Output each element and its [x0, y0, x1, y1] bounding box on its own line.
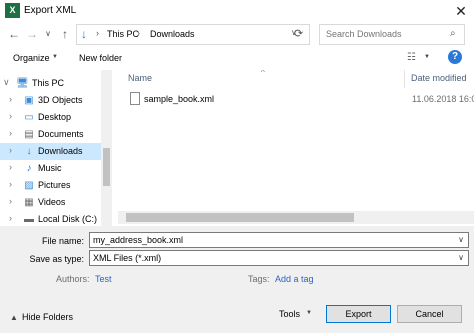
file-name[interactable]: sample_book.xml: [144, 94, 214, 104]
refresh-icon: ⟳: [294, 28, 304, 40]
breadcrumb-sep-icon[interactable]: ›: [137, 28, 140, 38]
sidebar-item-label: 3D Objects: [38, 95, 83, 105]
disk-icon: ▬: [24, 214, 34, 225]
sidebar-item-music[interactable]: › ♪ Music: [0, 160, 101, 177]
sidebar-item-label: Pictures: [38, 180, 71, 190]
sidebar-item-label: Local Disk (C:): [38, 214, 98, 224]
chevron-right-icon[interactable]: ›: [9, 162, 12, 172]
computer-icon: 🖥: [16, 78, 29, 89]
chevron-right-icon[interactable]: ›: [9, 111, 12, 121]
download-arrow-icon: ↓: [26, 146, 32, 157]
sidebar-item-label: This PC: [32, 78, 65, 88]
sidebar-item-videos[interactable]: › ▦ Videos: [0, 194, 101, 211]
sidebar-item-documents[interactable]: › ▤ Documents: [0, 126, 101, 143]
sidebar-item-3d-objects[interactable]: › ▣ 3D Objects: [0, 92, 101, 109]
excel-app-icon: X: [5, 3, 20, 18]
sidebar-item-label: Music: [38, 163, 62, 173]
film-icon: ▦: [24, 197, 34, 208]
view-options-icon[interactable]: ☷: [407, 52, 419, 63]
chevron-down-icon[interactable]: ∨: [458, 253, 464, 262]
music-note-icon: ♪: [26, 163, 32, 174]
tags-value[interactable]: Add a tag: [275, 274, 314, 284]
navigation-pane: ∨ 🖥 This PC › ▣ 3D Objects › ▭ Desktop ›…: [0, 70, 112, 227]
sidebar-item-label: Documents: [38, 129, 84, 139]
documents-icon: ▤: [24, 129, 34, 140]
save-as-type-select[interactable]: XML Files (*.xml) ∨: [89, 250, 469, 266]
chevron-right-icon[interactable]: ›: [9, 179, 12, 189]
pictures-icon: ▨: [24, 180, 34, 191]
file-date: 11.06.2018 16:05: [412, 94, 474, 104]
help-icon[interactable]: ?: [448, 50, 462, 64]
save-as-type-label: Save as type:: [29, 254, 84, 264]
close-icon: ✕: [455, 3, 467, 19]
chevron-right-icon[interactable]: ›: [9, 145, 12, 155]
back-button[interactable]: ←: [6, 24, 22, 44]
address-bar[interactable]: ↓ › This PC › Downloads ∨: [76, 24, 310, 45]
export-button[interactable]: Export: [326, 305, 391, 323]
authors-value[interactable]: Test: [95, 274, 112, 284]
chevron-down-icon[interactable]: ▼: [52, 54, 58, 60]
organize-button[interactable]: Organize: [13, 53, 50, 63]
refresh-button[interactable]: ⟳: [294, 27, 303, 40]
chevron-down-icon[interactable]: ▼: [306, 310, 312, 316]
breadcrumb-sep-icon: ›: [96, 28, 99, 38]
sidebar-item-desktop[interactable]: › ▭ Desktop: [0, 109, 101, 126]
search-icon: ⌕: [450, 28, 456, 39]
sidebar-item-this-pc[interactable]: ∨ 🖥 This PC: [0, 75, 101, 92]
up-button[interactable]: ↑: [57, 24, 73, 44]
search-input[interactable]: [326, 29, 446, 39]
hide-folders-button[interactable]: Hide Folders: [22, 312, 73, 322]
forward-arrow-icon: →: [26, 27, 38, 41]
breadcrumb-this-pc[interactable]: This PC: [107, 29, 139, 39]
sidebar-item-label: Downloads: [38, 146, 83, 156]
sidebar-item-local-disk[interactable]: › ▬ Local Disk (C:): [0, 211, 101, 227]
new-folder-button[interactable]: New folder: [79, 53, 122, 63]
window-title: Export XML: [24, 5, 77, 16]
desktop-icon: ▭: [24, 112, 34, 123]
sidebar-item-label: Videos: [38, 197, 66, 207]
file-name-value[interactable]: my_address_book.xml: [93, 235, 183, 245]
recent-locations-button[interactable]: ∨: [40, 24, 56, 44]
sidebar-item-pictures[interactable]: › ▨ Pictures: [0, 177, 101, 194]
forward-button[interactable]: →: [24, 24, 40, 44]
close-button[interactable]: ✕: [448, 0, 474, 22]
navigation-scrollbar-thumb[interactable]: [103, 148, 110, 186]
xml-file-icon: [130, 92, 140, 105]
search-box[interactable]: ⌕: [319, 24, 465, 45]
chevron-right-icon[interactable]: ›: [9, 196, 12, 206]
command-toolbar: Organize ▼ New folder ☷ ▼ ?: [0, 48, 474, 70]
authors-label: Authors:: [56, 274, 90, 284]
file-list: ^ Name Date modified sample_book.xml 11.…: [118, 70, 474, 227]
breadcrumb-downloads[interactable]: Downloads: [150, 29, 195, 39]
chevron-down-icon[interactable]: ∨: [458, 235, 464, 244]
column-header-date-modified[interactable]: Date modified: [411, 73, 467, 83]
sidebar-item-label: Desktop: [38, 112, 72, 122]
sidebar-item-downloads[interactable]: › ↓ Downloads: [0, 143, 101, 160]
tools-button[interactable]: Tools: [279, 309, 300, 319]
title-bar: X Export XML ✕: [0, 0, 474, 22]
chevron-right-icon[interactable]: ›: [9, 94, 12, 104]
chevron-right-icon[interactable]: ›: [9, 128, 12, 138]
sort-ascending-icon: ^: [261, 70, 265, 77]
chevron-down-icon[interactable]: ∨: [3, 77, 10, 88]
chevron-down-icon[interactable]: ▼: [424, 54, 430, 60]
column-header-name[interactable]: Name: [128, 73, 152, 83]
back-arrow-icon: ←: [8, 27, 20, 41]
file-name-label: File name:: [41, 236, 84, 246]
file-list-scrollbar-thumb[interactable]: [126, 213, 354, 222]
column-divider[interactable]: [404, 70, 405, 88]
download-arrow-icon: ↓: [81, 27, 87, 41]
file-name-input[interactable]: my_address_book.xml ∨: [89, 232, 469, 248]
tags-label: Tags:: [248, 274, 270, 284]
cancel-button[interactable]: Cancel: [397, 305, 462, 323]
up-arrow-icon: ↑: [62, 27, 68, 41]
save-as-type-value[interactable]: XML Files (*.xml): [93, 253, 161, 263]
file-row[interactable]: sample_book.xml 11.06.2018 16:05: [126, 91, 474, 108]
chevron-down-icon: ∨: [45, 29, 51, 38]
chevron-right-icon[interactable]: ›: [9, 213, 12, 223]
cube-icon: ▣: [24, 95, 34, 106]
chevron-up-icon[interactable]: ▲: [10, 313, 18, 322]
